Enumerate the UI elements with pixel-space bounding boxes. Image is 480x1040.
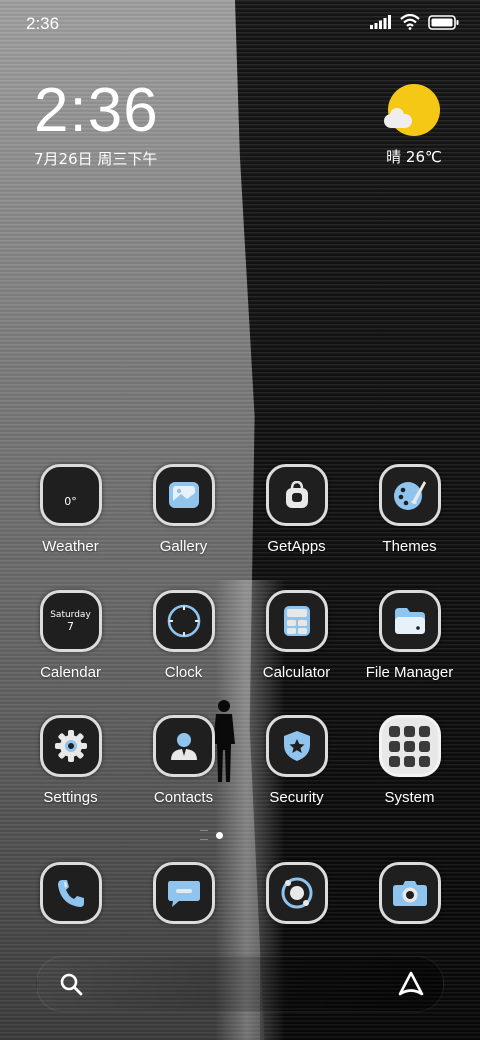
app-label: Weather — [42, 538, 99, 555]
app-system-folder[interactable]: System — [353, 715, 466, 806]
app-themes[interactable]: Themes — [353, 464, 466, 555]
wifi-icon — [400, 14, 420, 30]
signal-icon — [370, 15, 391, 29]
page-indicator[interactable] — [200, 830, 223, 840]
weather-condition-temp: 晴 26℃ — [386, 148, 442, 166]
app-calendar[interactable]: Saturday 7 Calendar — [14, 590, 127, 681]
messages-icon — [152, 862, 215, 924]
weather-icon: 0° — [39, 464, 102, 526]
app-label: Gallery — [159, 538, 208, 555]
app-label: Clock — [164, 664, 203, 681]
file-manager-icon — [378, 590, 441, 652]
app-label: System — [384, 789, 435, 806]
browser-icon — [265, 862, 328, 924]
getapps-icon — [265, 464, 328, 526]
app-row-1: 0° Weather Gallery GetApps Themes — [14, 464, 466, 555]
security-icon — [265, 715, 328, 777]
gallery-icon — [152, 464, 215, 526]
calendar-icon: Saturday 7 — [39, 590, 102, 652]
app-label: GetApps — [267, 538, 326, 555]
app-getapps[interactable]: GetApps — [240, 464, 353, 555]
app-file-manager[interactable]: File Manager — [353, 590, 466, 681]
app-label: Settings — [43, 789, 98, 806]
app-row-2: Saturday 7 Calendar Clock Calculator Fil… — [14, 590, 466, 681]
assistant-icon[interactable] — [397, 970, 425, 998]
app-label: Calendar — [40, 664, 101, 681]
calendar-icon-day: Saturday — [50, 609, 91, 620]
dock — [14, 862, 466, 924]
app-label: Contacts — [153, 789, 214, 806]
settings-icon — [39, 715, 102, 777]
app-contacts[interactable]: Contacts — [127, 715, 240, 806]
search-bar[interactable] — [36, 956, 444, 1012]
app-label: Themes — [382, 538, 437, 555]
clock-widget[interactable]: 2:36 7月26日 周三下午 — [34, 80, 159, 169]
app-weather[interactable]: 0° Weather — [14, 464, 127, 555]
app-settings[interactable]: Settings — [14, 715, 127, 806]
phone-icon — [39, 862, 102, 924]
app-label: Security — [269, 789, 324, 806]
status-bar: 2:36 — [0, 0, 480, 50]
app-clock[interactable]: Clock — [127, 590, 240, 681]
dock-messages[interactable] — [127, 862, 240, 924]
dock-camera[interactable] — [353, 862, 466, 924]
page-indicator-list — [200, 830, 208, 840]
home-screen: 2:36 2:36 7月26日 周三下午 晴 26℃ 0° Weather Ga… — [0, 0, 480, 1040]
calculator-icon — [265, 590, 328, 652]
dock-phone[interactable] — [14, 862, 127, 924]
clock-date: 7月26日 周三下午 — [34, 150, 158, 168]
weather-icon-temp: 0° — [64, 494, 77, 508]
search-icon[interactable] — [59, 972, 83, 996]
dock-browser[interactable] — [240, 862, 353, 924]
contacts-icon — [152, 715, 215, 777]
camera-icon — [378, 862, 441, 924]
sunny-icon — [384, 84, 440, 136]
calendar-icon-date: 7 — [67, 619, 74, 633]
app-label: File Manager — [365, 664, 454, 681]
app-calculator[interactable]: Calculator — [240, 590, 353, 681]
app-gallery[interactable]: Gallery — [127, 464, 240, 555]
battery-icon — [428, 14, 459, 30]
clock-icon — [152, 590, 215, 652]
app-security[interactable]: Security — [240, 715, 353, 806]
app-label: Calculator — [262, 664, 331, 681]
themes-icon — [378, 464, 441, 526]
page-indicator-current — [216, 831, 223, 839]
clock-time: 2:36 — [34, 76, 159, 145]
status-time: 2:36 — [26, 14, 60, 33]
weather-widget[interactable]: 晴 26℃ — [384, 84, 444, 167]
system-folder-icon — [378, 715, 441, 777]
app-row-3: Settings Contacts Security System — [14, 715, 466, 806]
